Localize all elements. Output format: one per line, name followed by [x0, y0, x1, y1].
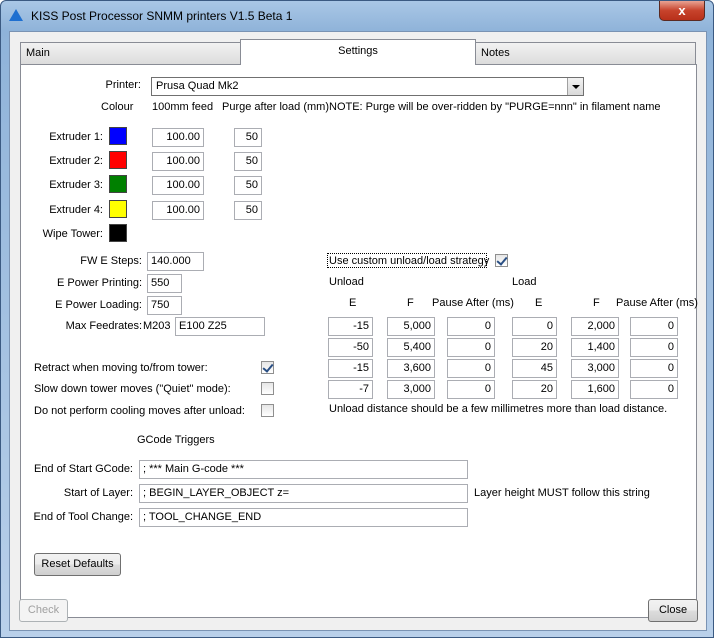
layer-height-note: Layer height MUST follow this string: [474, 487, 650, 499]
unload-f-input[interactable]: 3,000: [387, 380, 435, 399]
retract-checkbox[interactable]: [261, 361, 274, 374]
unload-f-input[interactable]: 5,000: [387, 317, 435, 336]
load-e-input[interactable]: 20: [512, 338, 557, 357]
unload-pause-input[interactable]: 0: [447, 317, 495, 336]
unload-e-input[interactable]: -15: [328, 317, 373, 336]
extruder-2-label: Extruder 2:: [49, 155, 103, 167]
e-power-loading-label: E Power Loading:: [55, 299, 142, 311]
window-title: KISS Post Processor SNMM printers V1.5 B…: [31, 9, 293, 23]
wipe-tower-label: Wipe Tower:: [42, 228, 103, 240]
load-f-input[interactable]: 1,600: [571, 380, 619, 399]
fw-e-steps-input[interactable]: 140.000: [147, 252, 204, 271]
unload-e-input[interactable]: -7: [328, 380, 373, 399]
load-pause-input[interactable]: 0: [630, 338, 678, 357]
load-f-input[interactable]: 3,000: [571, 359, 619, 378]
load-f-input[interactable]: 1,400: [571, 338, 619, 357]
extruder-3-color-swatch[interactable]: [109, 175, 127, 193]
printer-select-value: Prusa Quad Mk2: [156, 80, 239, 92]
extruder-4-color-swatch[interactable]: [109, 200, 127, 218]
load-f-header: F: [593, 297, 600, 309]
custom-strategy-checkbox[interactable]: [495, 254, 508, 267]
unload-pause-input[interactable]: 0: [447, 359, 495, 378]
unload-e-input[interactable]: -50: [328, 338, 373, 357]
main-window: KISS Post Processor SNMM printers V1.5 B…: [0, 0, 714, 638]
unload-f-header: F: [407, 297, 414, 309]
window-close-button[interactable]: x: [659, 1, 705, 21]
custom-strategy-label[interactable]: Use custom unload/load strategy: [329, 255, 489, 267]
check-button[interactable]: Check: [19, 599, 68, 622]
load-f-input[interactable]: 2,000: [571, 317, 619, 336]
extruder-2-color-swatch[interactable]: [109, 151, 127, 169]
load-title: Load: [512, 276, 537, 288]
app-icon: [9, 9, 23, 21]
dialog-client: Main Settings Notes Printer: Prusa Quad …: [9, 31, 707, 631]
load-e-header: E: [535, 297, 543, 309]
e-power-loading-input[interactable]: 750: [147, 296, 182, 315]
extruder-1-label: Extruder 1:: [49, 131, 103, 143]
extruder-1-feed-input[interactable]: 100.00: [152, 128, 204, 147]
start-gcode-input[interactable]: ; *** Main G-code ***: [139, 460, 468, 479]
extruder-1-purge-input[interactable]: 50: [234, 128, 262, 147]
tab-settings[interactable]: Settings: [240, 39, 476, 65]
load-pause-input[interactable]: 0: [630, 380, 678, 399]
tool-change-label: End of Tool Change:: [33, 511, 133, 523]
start-layer-input[interactable]: ; BEGIN_LAYER_OBJECT z=: [139, 484, 468, 503]
quiet-mode-checkbox[interactable]: [261, 382, 274, 395]
extruder-4-purge-input[interactable]: 50: [234, 201, 262, 220]
unload-e-input[interactable]: -15: [328, 359, 373, 378]
retract-option-label: Retract when moving to/from tower:: [34, 362, 208, 374]
load-pause-header: Pause After (ms): [616, 297, 698, 309]
no-cooling-option-label: Do not perform cooling moves after unloa…: [34, 405, 245, 417]
extruder-3-feed-input[interactable]: 100.00: [152, 176, 204, 195]
m203-label: M203: [143, 320, 171, 332]
unload-pause-input[interactable]: 0: [447, 338, 495, 357]
wipe-tower-color-swatch[interactable]: [109, 224, 127, 242]
unload-f-input[interactable]: 3,600: [387, 359, 435, 378]
reset-defaults-button[interactable]: Reset Defaults: [34, 553, 121, 576]
extruder-2-purge-input[interactable]: 50: [234, 152, 262, 171]
purge-note: NOTE: Purge will be over-ridden by "PURG…: [329, 101, 661, 113]
feed-header: 100mm feed: [152, 101, 214, 113]
tool-change-input[interactable]: ; TOOL_CHANGE_END: [139, 508, 468, 527]
printer-select[interactable]: Prusa Quad Mk2: [151, 77, 584, 96]
extruder-4-label: Extruder 4:: [49, 204, 103, 216]
title-bar[interactable]: KISS Post Processor SNMM printers V1.5 B…: [1, 1, 713, 29]
purge-header: Purge after load (mm): [222, 101, 329, 113]
fw-e-steps-label: FW E Steps:: [80, 255, 142, 267]
load-e-input[interactable]: 0: [512, 317, 557, 336]
load-e-input[interactable]: 20: [512, 380, 557, 399]
quiet-mode-option-label: Slow down tower moves ("Quiet" mode):: [34, 383, 231, 395]
unload-f-input[interactable]: 5,400: [387, 338, 435, 357]
max-feedrates-label: Max Feedrates:: [65, 320, 142, 332]
settings-tab-page: Printer: Prusa Quad Mk2 Colour 100mm fee…: [20, 64, 698, 618]
unload-pause-input[interactable]: 0: [447, 380, 495, 399]
extruder-3-label: Extruder 3:: [49, 179, 103, 191]
unload-pause-header: Pause After (ms): [432, 297, 514, 309]
extruder-3-purge-input[interactable]: 50: [234, 176, 262, 195]
colour-header: Colour: [101, 101, 134, 113]
gcode-triggers-title: GCode Triggers: [137, 434, 215, 446]
extruder-4-feed-input[interactable]: 100.00: [152, 201, 204, 220]
start-layer-label: Start of Layer:: [63, 487, 133, 499]
unload-e-header: E: [349, 297, 357, 309]
tab-notes[interactable]: Notes: [475, 42, 696, 64]
load-pause-input[interactable]: 0: [630, 359, 678, 378]
strategy-note: Unload distance should be a few millimet…: [329, 403, 668, 415]
unload-title: Unload: [329, 276, 364, 288]
load-e-input[interactable]: 45: [512, 359, 557, 378]
tab-main[interactable]: Main: [20, 42, 241, 64]
start-gcode-label: End of Start GCode:: [33, 463, 133, 475]
e-power-printing-input[interactable]: 550: [147, 274, 182, 293]
close-button[interactable]: Close: [648, 599, 698, 622]
max-feedrates-input[interactable]: E100 Z25: [175, 317, 265, 336]
chevron-down-icon[interactable]: [567, 78, 583, 95]
extruder-2-feed-input[interactable]: 100.00: [152, 152, 204, 171]
e-power-printing-label: E Power Printing:: [57, 277, 142, 289]
extruder-1-color-swatch[interactable]: [109, 127, 127, 145]
load-pause-input[interactable]: 0: [630, 317, 678, 336]
no-cooling-checkbox[interactable]: [261, 404, 274, 417]
printer-label: Printer:: [105, 79, 141, 91]
